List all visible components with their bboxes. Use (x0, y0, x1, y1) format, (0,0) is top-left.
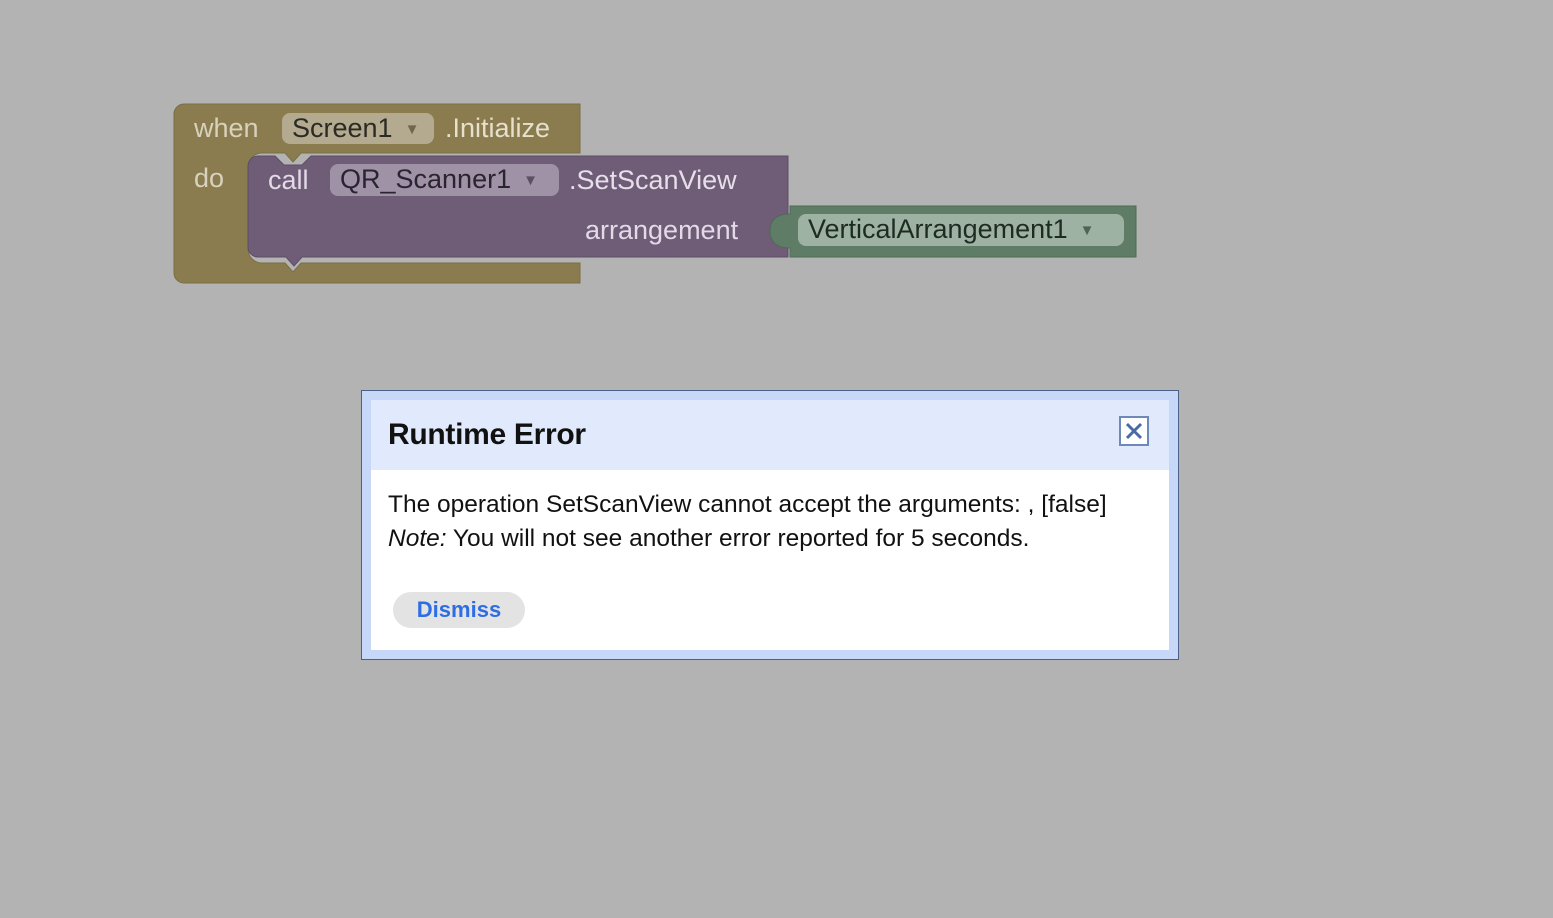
dropdown-arrow-icon: ▼ (1079, 221, 1095, 239)
note-label: Note: (388, 525, 447, 552)
call-label: call (268, 165, 309, 195)
dropdown-arrow-icon: ▼ (523, 171, 538, 189)
qr-scanner-component-name: QR_Scanner1 (340, 164, 512, 194)
close-button[interactable] (1119, 416, 1149, 446)
vertical-arrangement-name: VerticalArrangement1 (808, 214, 1068, 244)
qr-scanner-component-dropdown[interactable]: QR_Scanner1 ▼ (330, 164, 559, 196)
dropdown-arrow-icon: ▼ (404, 120, 420, 138)
method-name: .SetScanView (569, 165, 737, 195)
when-label: when (194, 113, 259, 143)
vertical-arrangement-dropdown[interactable]: VerticalArrangement1 ▼ (798, 214, 1124, 246)
event-name: .Initialize (445, 113, 551, 143)
do-label: do (194, 163, 225, 193)
error-message: The operation SetScanView cannot accept … (388, 491, 1107, 518)
note-line: Note: You will not see another error rep… (388, 522, 1163, 556)
dialog-message: The operation SetScanView cannot accept … (388, 488, 1163, 556)
screen-component-dropdown[interactable]: Screen1 ▼ (282, 113, 434, 144)
screen-component-name: Screen1 (292, 113, 393, 143)
runtime-error-dialog: Runtime Error The operation SetScanView … (361, 390, 1179, 660)
note-text: You will not see another error reported … (446, 525, 1030, 552)
dismiss-button[interactable]: Dismiss (393, 592, 525, 628)
close-icon (1125, 422, 1143, 440)
arrangement-param-label: arrangement (585, 215, 739, 245)
dialog-content: Runtime Error The operation SetScanView … (371, 400, 1169, 650)
dialog-header: Runtime Error (371, 400, 1169, 470)
dialog-title: Runtime Error (388, 418, 586, 451)
